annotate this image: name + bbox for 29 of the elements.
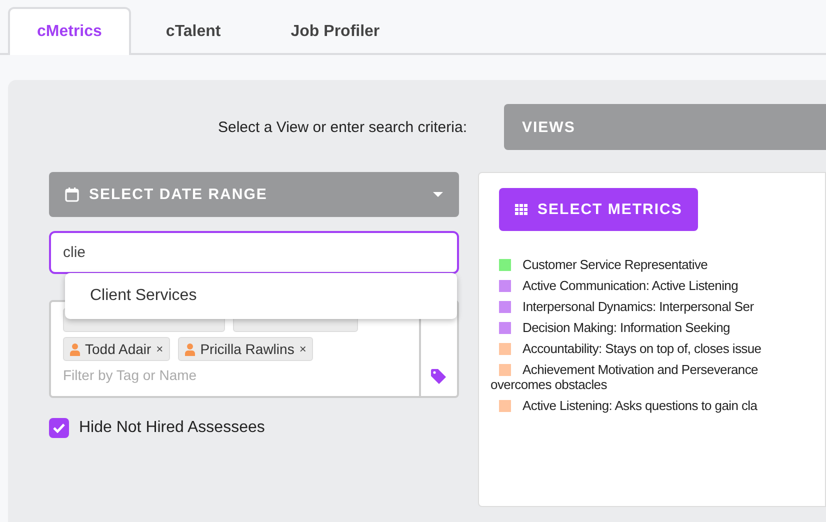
tab[interactable]: cTalent <box>130 7 256 55</box>
tag-name: Pricilla Rawlins <box>200 341 294 357</box>
calendar-icon <box>65 187 79 202</box>
tag-filter-input[interactable]: Filter by Tag or Name <box>63 367 407 383</box>
metric-label: Customer Service Representative <box>522 257 708 272</box>
select-metrics-button[interactable]: SELECT METRICS <box>498 188 698 231</box>
grid-icon <box>514 204 528 215</box>
tag-name: Todd Adair <box>85 341 152 357</box>
search-field[interactable]: clie <box>49 231 459 274</box>
metric-label: Active Communication: Active Listening <box>522 278 738 293</box>
tag-icon[interactable] <box>431 369 446 384</box>
checkbox[interactable] <box>49 418 69 438</box>
prompt-label: Select a View or enter search criteria: <box>216 118 467 136</box>
person-icon <box>70 342 80 356</box>
remove-tag-button[interactable]: × <box>299 342 306 356</box>
metric-label: Decision Making: Information Seeking <box>522 320 730 335</box>
caret-icon <box>432 192 443 198</box>
suggestion-item[interactable]: Client Services <box>65 277 457 315</box>
metric-label: Interpersonal Dynamics: Interpersonal Ser <box>522 299 754 314</box>
person-icon <box>185 342 196 356</box>
metric-label: Accountability: Stays on top of, closes issue <box>522 341 762 356</box>
metric-label: overcomes obstacles <box>490 377 608 392</box>
check-icon <box>53 423 65 433</box>
checkbox-label: Hide Not Hired Assessees <box>79 419 265 437</box>
metric-label: Active Listening: Asks questions to gain cla <box>522 398 758 413</box>
metric-label: Achievement Motivation and Perseverance <box>522 362 758 377</box>
tab[interactable]: cMetrics <box>8 7 131 55</box>
tab[interactable]: Job Profiler <box>256 7 415 55</box>
remove-tag-button[interactable]: × <box>156 342 164 356</box>
